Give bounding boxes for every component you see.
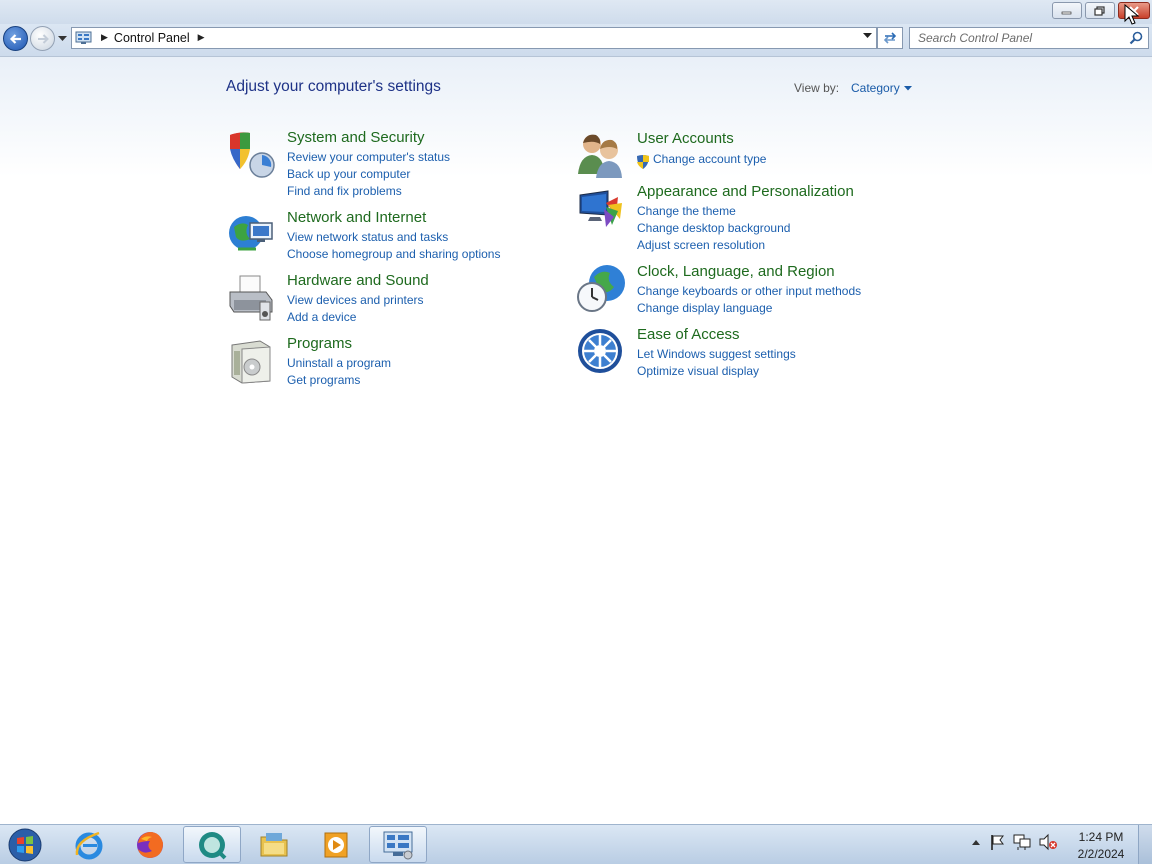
search-icon[interactable] xyxy=(1129,31,1144,46)
category-title[interactable]: Ease of Access xyxy=(637,326,740,343)
programs-icon[interactable] xyxy=(226,335,276,385)
category-title[interactable]: User Accounts xyxy=(637,130,734,147)
taskbar-media-player[interactable] xyxy=(306,826,364,863)
refresh-icon xyxy=(883,32,897,44)
ease-of-access-icon[interactable] xyxy=(576,326,626,376)
clock-globe-icon[interactable] xyxy=(576,263,626,313)
media-player-icon xyxy=(324,832,348,857)
minimize-button[interactable] xyxy=(1052,2,1082,19)
clock-date: 2/2/2024 xyxy=(1077,847,1125,861)
link-back-up[interactable]: Back up your computer xyxy=(287,167,410,181)
link-homegroup-sharing[interactable]: Choose homegroup and sharing options xyxy=(287,247,500,261)
system-tray xyxy=(970,833,1058,851)
network-globe-icon[interactable] xyxy=(226,209,276,259)
monitor-palette-icon[interactable] xyxy=(576,183,626,233)
view-by-value: Category xyxy=(851,81,900,95)
taskbar: 1:24 PM 2/2/2024 xyxy=(0,824,1152,864)
action-center-flag-icon[interactable] xyxy=(988,833,1006,851)
search-placeholder: Search Control Panel xyxy=(918,31,1033,45)
network-icon[interactable] xyxy=(1012,833,1032,851)
chevron-down-icon xyxy=(903,85,912,90)
clock[interactable]: 1:24 PM 2/2/2024 xyxy=(1068,829,1134,863)
recent-pages-dropdown[interactable] xyxy=(57,34,67,44)
control-panel-content: Adjust your computer's settings View by:… xyxy=(0,57,1152,824)
title-bar xyxy=(0,0,1152,24)
link-review-status[interactable]: Review your computer's status xyxy=(287,150,450,164)
control-panel-small-icon xyxy=(75,31,92,44)
link-network-status[interactable]: View network status and tasks xyxy=(287,230,448,244)
app-icon xyxy=(199,831,227,859)
search-input[interactable]: Search Control Panel xyxy=(909,27,1149,49)
start-button[interactable] xyxy=(5,826,45,864)
back-arrow-icon xyxy=(9,33,21,44)
link-add-device[interactable]: Add a device xyxy=(287,310,356,324)
breadcrumb-control-panel[interactable]: Control Panel xyxy=(114,31,190,45)
shield-icon[interactable] xyxy=(226,129,276,179)
category-title[interactable]: System and Security xyxy=(287,129,425,146)
firefox-icon xyxy=(137,831,163,858)
forward-button[interactable] xyxy=(30,26,55,51)
uac-shield-icon xyxy=(637,155,649,169)
restore-button[interactable] xyxy=(1085,2,1115,19)
category-title[interactable]: Appearance and Personalization xyxy=(637,183,854,200)
show-desktop-button[interactable] xyxy=(1138,825,1152,864)
link-keyboards-input[interactable]: Change keyboards or other input methods xyxy=(637,284,861,298)
control-panel-icon xyxy=(383,831,413,859)
category-title[interactable]: Programs xyxy=(287,335,352,352)
file-explorer-icon xyxy=(260,832,288,856)
breadcrumb-arrow-icon[interactable]: ▶ xyxy=(198,33,205,43)
back-button[interactable] xyxy=(3,26,28,51)
link-devices-printers[interactable]: View devices and printers xyxy=(287,293,424,307)
taskbar-firefox[interactable] xyxy=(121,826,179,863)
users-icon[interactable] xyxy=(576,130,626,180)
navigation-bar: ▶ Control Panel ▶ Search Control Panel xyxy=(0,24,1152,57)
restore-icon xyxy=(1094,5,1105,16)
taskbar-app[interactable] xyxy=(183,826,241,863)
link-uninstall-program[interactable]: Uninstall a program xyxy=(287,356,391,370)
mouse-cursor-icon xyxy=(1124,4,1140,25)
chevron-down-icon xyxy=(57,36,67,41)
link-find-fix-problems[interactable]: Find and fix problems xyxy=(287,184,402,198)
chevron-down-icon[interactable] xyxy=(863,33,872,39)
minimize-icon xyxy=(1061,11,1072,14)
view-by-dropdown[interactable]: Category xyxy=(851,81,912,95)
link-optimize-visual[interactable]: Optimize visual display xyxy=(637,364,759,378)
link-screen-resolution[interactable]: Adjust screen resolution xyxy=(637,238,765,252)
forward-arrow-icon xyxy=(37,33,49,44)
start-orb-icon xyxy=(8,828,42,862)
link-suggest-settings[interactable]: Let Windows suggest settings xyxy=(637,347,796,361)
page-title: Adjust your computer's settings xyxy=(226,78,441,95)
link-get-programs[interactable]: Get programs xyxy=(287,373,360,387)
volume-muted-icon[interactable] xyxy=(1038,833,1058,851)
view-by-label: View by: xyxy=(794,81,840,95)
link-change-theme[interactable]: Change the theme xyxy=(637,204,736,218)
category-title[interactable]: Network and Internet xyxy=(287,209,426,226)
link-change-account-type[interactable]: Change account type xyxy=(653,152,766,166)
printer-icon[interactable] xyxy=(226,272,276,322)
link-display-language[interactable]: Change display language xyxy=(637,301,772,315)
show-hidden-icons-icon[interactable] xyxy=(970,836,982,848)
clock-time: 1:24 PM xyxy=(1078,830,1124,844)
category-title[interactable]: Hardware and Sound xyxy=(287,272,429,289)
taskbar-internet-explorer[interactable] xyxy=(60,826,118,863)
address-bar[interactable]: ▶ Control Panel ▶ xyxy=(71,27,877,49)
breadcrumb-arrow-icon[interactable]: ▶ xyxy=(101,33,108,43)
link-desktop-background[interactable]: Change desktop background xyxy=(637,221,790,235)
refresh-button[interactable] xyxy=(877,27,903,49)
taskbar-control-panel[interactable] xyxy=(369,826,427,863)
internet-explorer-icon xyxy=(75,831,103,859)
category-title[interactable]: Clock, Language, and Region xyxy=(637,263,835,280)
taskbar-file-explorer[interactable] xyxy=(245,826,303,863)
